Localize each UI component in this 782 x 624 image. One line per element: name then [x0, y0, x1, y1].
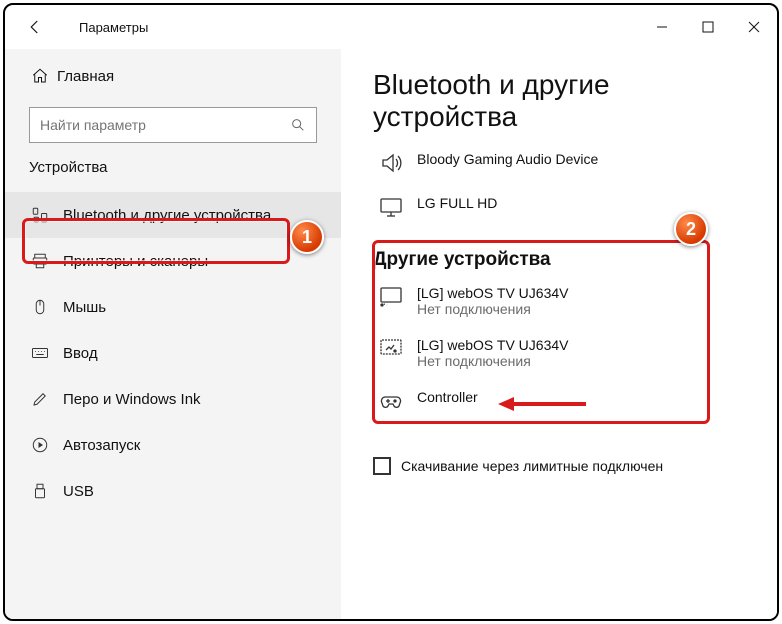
sidebar-item-mouse[interactable]: Мышь — [5, 284, 341, 330]
checkbox-label: Скачивание через лимитные подключен — [401, 458, 663, 474]
sidebar-section: Устройства — [5, 159, 341, 186]
monitor-icon — [373, 195, 409, 219]
minimize-button[interactable] — [639, 5, 685, 49]
close-button[interactable] — [731, 5, 777, 49]
window-title: Параметры — [79, 20, 148, 35]
devices-icon — [31, 206, 63, 224]
sidebar-item-usb[interactable]: USB — [5, 468, 341, 514]
device-row[interactable]: [LG] webOS TV UJ634V Нет подключения — [373, 279, 755, 331]
home-link[interactable]: Главная — [5, 55, 341, 97]
device-status: Нет подключения — [417, 301, 568, 317]
home-icon — [31, 67, 57, 85]
device-name: LG FULL HD — [417, 195, 497, 211]
other-devices-heading: Другие устройства — [373, 233, 755, 279]
device-name: Controller — [417, 389, 478, 405]
sidebar-item-label: Bluetooth и другие устройства — [63, 207, 271, 224]
device-row[interactable]: Controller — [373, 383, 755, 427]
search-icon — [290, 117, 306, 133]
controller-icon — [373, 389, 409, 413]
device-name: Bloody Gaming Audio Device — [417, 151, 598, 167]
metered-download-row[interactable]: Скачивание через лимитные подключен — [373, 427, 755, 475]
sidebar-item-label: Ввод — [63, 345, 98, 362]
pen-icon — [31, 390, 63, 408]
back-button[interactable] — [19, 18, 51, 36]
sidebar-item-autoplay[interactable]: Автозапуск — [5, 422, 341, 468]
page-title: Bluetooth и другие устройства — [373, 69, 755, 133]
sidebar-item-label: Мышь — [63, 299, 106, 316]
sidebar-item-pen[interactable]: Перо и Windows Ink — [5, 376, 341, 422]
home-label: Главная — [57, 68, 114, 85]
search-input[interactable] — [40, 117, 290, 133]
sidebar: Главная Устройства Bluetooth и другие ус… — [5, 49, 341, 619]
printer-icon — [31, 252, 63, 270]
keyboard-icon — [31, 344, 63, 362]
mouse-icon — [31, 298, 63, 316]
sidebar-item-label: Принтеры и сканеры — [63, 253, 208, 270]
main-panel: Bluetooth и другие устройства Bloody Gam… — [341, 49, 777, 619]
search-box[interactable] — [29, 107, 317, 143]
checkbox[interactable] — [373, 457, 391, 475]
speaker-icon — [373, 151, 409, 175]
cast-icon — [373, 285, 409, 309]
media-device-icon — [373, 337, 409, 361]
device-name: [LG] webOS TV UJ634V — [417, 285, 568, 301]
sidebar-item-label: Автозапуск — [63, 437, 140, 454]
settings-window: Параметры Главная Ус — [5, 5, 777, 619]
sidebar-item-printers[interactable]: Принтеры и сканеры — [5, 238, 341, 284]
device-name: [LG] webOS TV UJ634V — [417, 337, 568, 353]
sidebar-item-bluetooth[interactable]: Bluetooth и другие устройства — [5, 192, 341, 238]
titlebar: Параметры — [5, 5, 777, 49]
sidebar-item-typing[interactable]: Ввод — [5, 330, 341, 376]
maximize-button[interactable] — [685, 5, 731, 49]
device-row[interactable]: Bloody Gaming Audio Device — [373, 145, 755, 189]
usb-icon — [31, 482, 63, 500]
device-status: Нет подключения — [417, 353, 568, 369]
sidebar-item-label: Перо и Windows Ink — [63, 391, 201, 408]
sidebar-item-label: USB — [63, 483, 94, 500]
device-row[interactable]: [LG] webOS TV UJ634V Нет подключения — [373, 331, 755, 383]
device-row[interactable]: LG FULL HD — [373, 189, 755, 233]
autoplay-icon — [31, 436, 63, 454]
